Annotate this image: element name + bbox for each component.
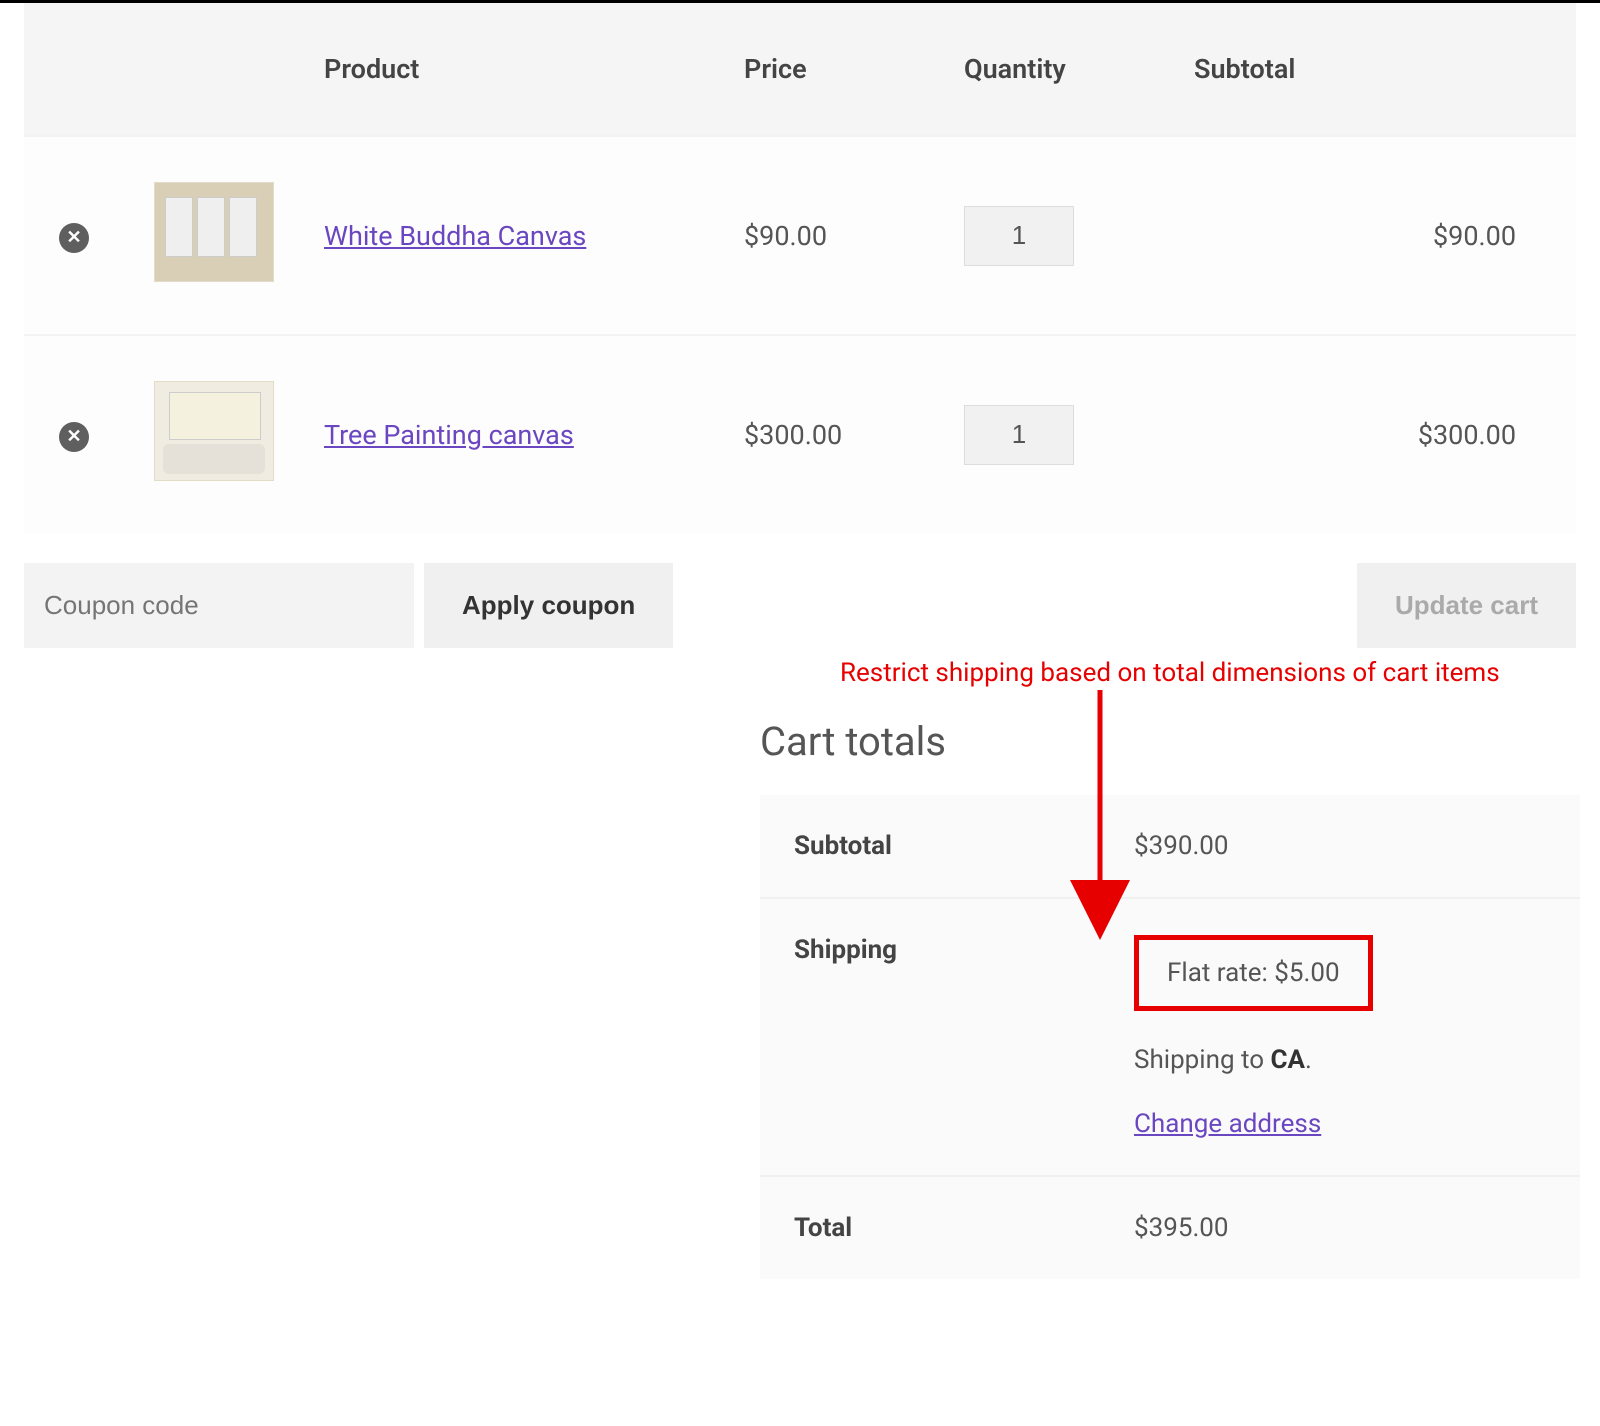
col-header-product: Product (304, 3, 724, 136)
cart-totals-section: Restrict shipping based on total dimensi… (760, 718, 1580, 1279)
totals-row-total: Total $395.00 (760, 1176, 1580, 1279)
shipping-flat-rate-highlighted: Flat rate: $5.00 (1134, 935, 1373, 1011)
shipping-region: CA (1271, 1045, 1305, 1075)
col-header-quantity: Quantity (944, 3, 1174, 136)
apply-coupon-button[interactable]: Apply coupon (424, 563, 673, 648)
col-header-subtotal: Subtotal (1174, 3, 1576, 136)
col-header-remove (24, 3, 124, 136)
table-row: ✕ White Buddha Canvas $90.00 $90.00 (24, 136, 1576, 335)
product-link[interactable]: Tree Painting canvas (324, 419, 574, 451)
subtotal-value: $390.00 (1100, 795, 1580, 898)
total-value: $395.00 (1100, 1176, 1580, 1279)
product-link[interactable]: White Buddha Canvas (324, 220, 586, 252)
remove-item-button[interactable]: ✕ (59, 223, 89, 253)
shipping-label: Shipping (760, 898, 1100, 1176)
subtotal-label: Subtotal (760, 795, 1100, 898)
coupon-code-input[interactable] (24, 563, 414, 648)
price-cell: $300.00 (724, 335, 944, 533)
shipping-to-text: Shipping to CA. (1134, 1045, 1546, 1075)
close-icon: ✕ (66, 229, 81, 247)
totals-row-subtotal: Subtotal $390.00 (760, 795, 1580, 898)
remove-item-button[interactable]: ✕ (59, 422, 89, 452)
totals-row-shipping: Shipping Flat rate: $5.00 Shipping to CA… (760, 898, 1580, 1176)
close-icon: ✕ (66, 428, 81, 446)
price-cell: $90.00 (724, 136, 944, 335)
total-label: Total (760, 1176, 1100, 1279)
table-row: ✕ Tree Painting canvas $300.00 $300.00 (24, 335, 1576, 533)
annotation-text: Restrict shipping based on total dimensi… (840, 658, 1500, 688)
change-address-link[interactable]: Change address (1134, 1109, 1321, 1139)
product-thumbnail[interactable] (154, 381, 274, 481)
cart-totals-table: Subtotal $390.00 Shipping Flat rate: $5.… (760, 795, 1580, 1279)
col-header-thumb (124, 3, 304, 136)
subtotal-cell: $300.00 (1174, 335, 1576, 533)
cart-totals-title: Cart totals (760, 718, 1580, 765)
product-thumbnail[interactable] (154, 182, 274, 282)
col-header-price: Price (724, 3, 944, 136)
cart-table: Product Price Quantity Subtotal ✕ (24, 3, 1576, 533)
quantity-input[interactable] (964, 206, 1074, 266)
update-cart-button[interactable]: Update cart (1357, 563, 1576, 648)
quantity-input[interactable] (964, 405, 1074, 465)
cart-actions-row: Apply coupon Update cart (24, 563, 1576, 648)
subtotal-cell: $90.00 (1174, 136, 1576, 335)
